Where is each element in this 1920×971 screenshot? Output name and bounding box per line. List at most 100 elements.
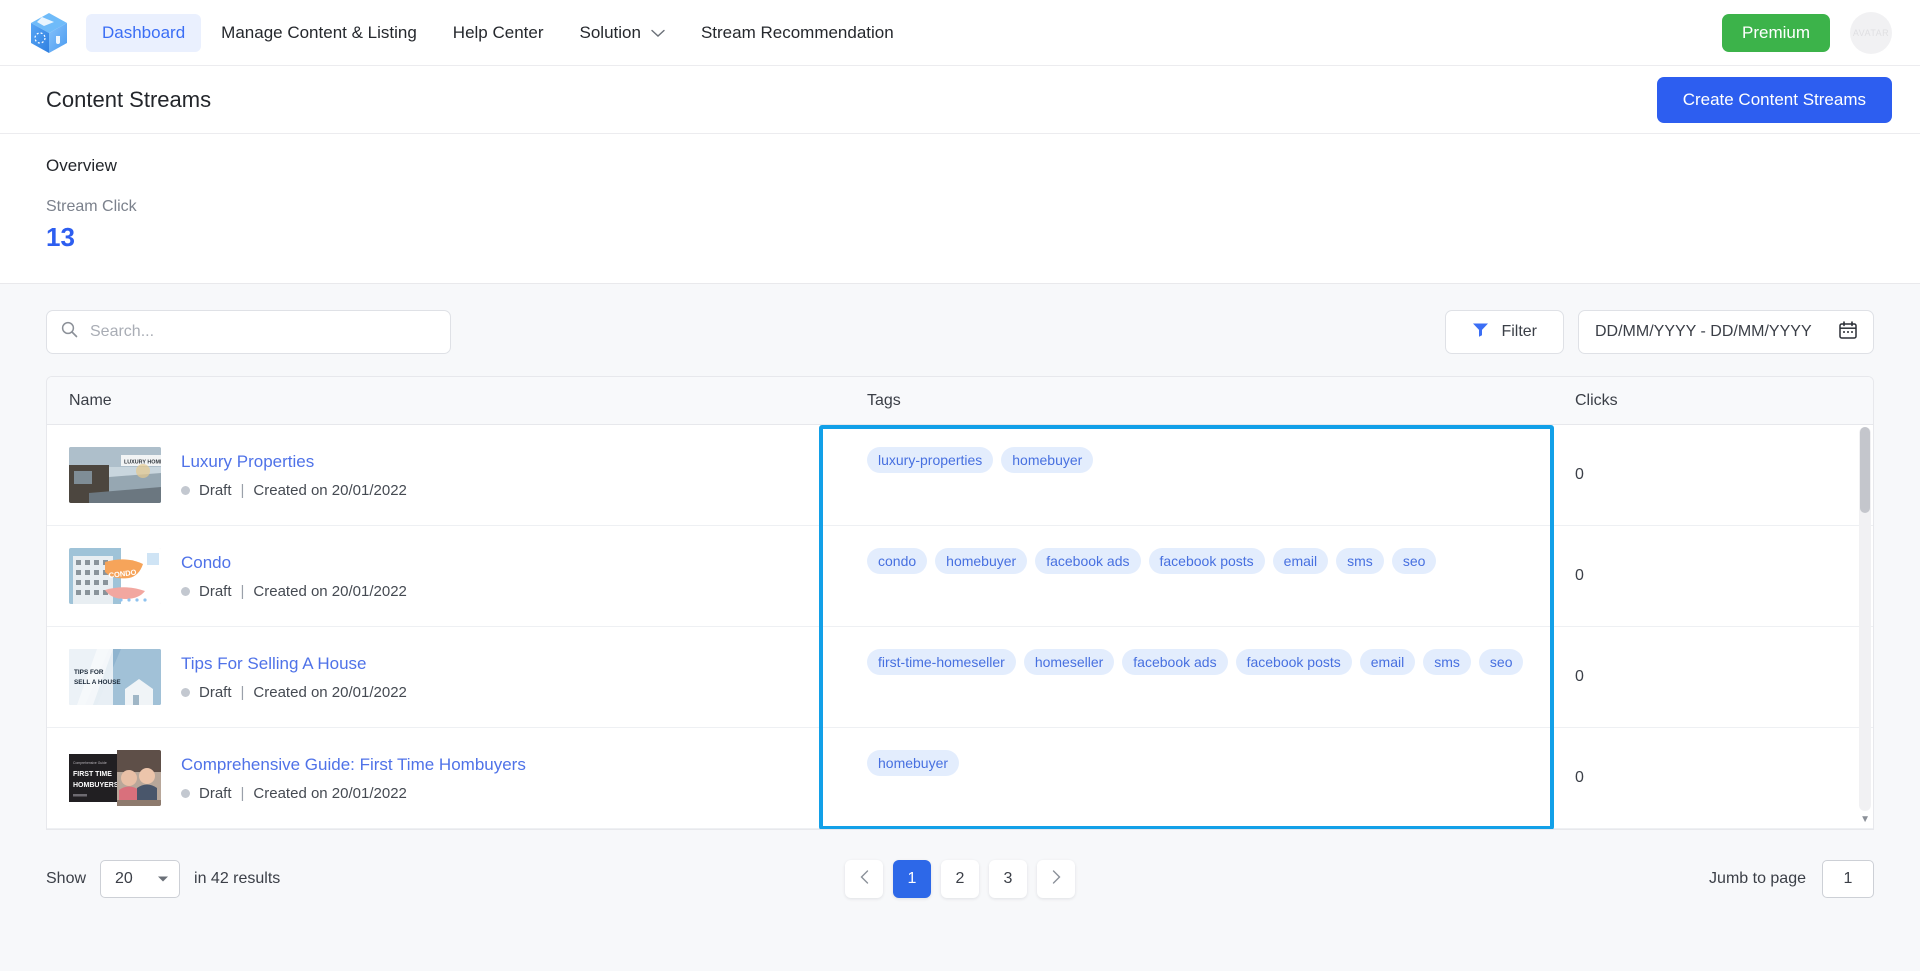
nav-item-label: Help Center [452, 22, 544, 42]
stream-name-link[interactable]: Condo [181, 553, 407, 573]
pagination-next-button[interactable] [1037, 860, 1075, 898]
svg-text:HOMBUYERS: HOMBUYERS [73, 782, 119, 789]
nav-item-label: Dashboard [102, 22, 186, 42]
content-panel: Filter DD/MM/YYYY - DD/MM/YYYY Name Tags… [0, 284, 1920, 830]
content-streams-table: Name Tags Clicks LUXURY HOME Luxury Prop… [46, 376, 1874, 830]
nav-item-label: Solution [579, 22, 641, 42]
meta-separator: | [240, 481, 245, 499]
table-scrollbar-thumb[interactable] [1860, 427, 1870, 513]
tag-chip[interactable]: homebuyer [935, 547, 1028, 574]
page-size-group: Show 20 in 42 results [46, 860, 280, 898]
table-row[interactable]: LUXURY HOME Luxury Properties Draft | Cr… [47, 425, 1873, 526]
status-dot-icon [181, 485, 190, 495]
thumbnail-tips-selling-house: TIPS FOR SELL A HOUSE [69, 649, 161, 705]
pagination-prev-button[interactable] [845, 860, 883, 898]
tag-chip[interactable]: condo [867, 547, 928, 574]
clicks-cell: 0 [1575, 668, 1584, 685]
table-row[interactable]: Comprehensive Guide FIRST TIME HOMBUYERS [47, 728, 1873, 829]
filter-label: Filter [1501, 323, 1537, 340]
nav-item-manage-content-listing[interactable]: Manage Content & Listing [205, 14, 433, 52]
results-count-label: in 42 results [194, 870, 281, 887]
name-cell: TIPS FOR SELL A HOUSE Tips For Selling A… [47, 649, 867, 705]
avatar[interactable]: AVATAR [1850, 11, 1892, 54]
stream-click-metric: Stream Click 13 [46, 198, 1874, 253]
column-header-tags: Tags [867, 391, 901, 409]
jump-to-page-label: Jumb to page [1709, 870, 1806, 887]
jump-to-page-group: Jumb to page [1709, 860, 1874, 898]
column-header-name: Name [69, 391, 112, 409]
tag-chip[interactable]: seo [1478, 648, 1524, 675]
page-size-value: 20 [115, 870, 133, 887]
overview-section: Overview Stream Click 13 [0, 134, 1920, 284]
tag-chip[interactable]: sms [1423, 648, 1471, 675]
page-size-select[interactable]: 20 [100, 860, 181, 898]
show-label: Show [46, 870, 87, 887]
table-row[interactable]: TIPS FOR SELL A HOUSE Tips For Selling A… [47, 627, 1873, 728]
toolbar-right: Filter DD/MM/YYYY - DD/MM/YYYY [1445, 310, 1874, 354]
clicks-cell: 0 [1575, 466, 1584, 483]
svg-text:FIRST TIME: FIRST TIME [73, 771, 112, 778]
table-row[interactable]: CONDO Condo Draft | Created on 20/01/202… [47, 526, 1873, 627]
meta-separator: | [240, 683, 245, 701]
nav-item-solution[interactable]: Solution [564, 14, 681, 52]
scroll-down-arrow-icon[interactable]: ▼ [1860, 815, 1870, 825]
tag-chip[interactable]: seo [1391, 547, 1437, 574]
thumbnail-luxury-properties: LUXURY HOME [69, 447, 161, 503]
tag-chip[interactable]: facebook posts [1148, 547, 1265, 574]
name-cell-text: Tips For Selling A House Draft | Created… [181, 654, 407, 701]
stream-name-link[interactable]: Tips For Selling A House [181, 654, 407, 674]
nav-item-help-center[interactable]: Help Center [437, 14, 560, 52]
tag-chip[interactable]: sms [1336, 547, 1384, 574]
page-header: Content Streams Create Content Streams [0, 66, 1920, 134]
tag-chip[interactable]: facebook posts [1235, 648, 1352, 675]
table-header-row: Name Tags Clicks [47, 377, 1873, 425]
create-content-streams-button[interactable]: Create Content Streams [1656, 76, 1892, 123]
table-footer: Show 20 in 42 results 1 2 3 Jumb to page [0, 830, 1920, 906]
chevron-left-icon [860, 870, 869, 888]
tag-chip[interactable]: homeseller [1023, 648, 1115, 675]
tag-chip[interactable]: email [1359, 648, 1416, 675]
tag-chip[interactable]: luxury-properties [867, 446, 994, 473]
tag-chip[interactable]: first-time-homeseller [867, 648, 1016, 675]
tag-chip[interactable]: homebuyer [1001, 446, 1094, 473]
stream-name-link[interactable]: Comprehensive Guide: First Time Hombuyer… [181, 755, 526, 775]
tag-chip[interactable]: facebook ads [1035, 547, 1141, 574]
table-scrollbar[interactable] [1859, 427, 1871, 811]
stream-meta: Draft | Created on 20/01/2022 [181, 785, 526, 802]
nav-items: Dashboard Manage Content & Listing Help … [86, 13, 910, 52]
search-input[interactable] [90, 323, 436, 341]
chevron-down-icon [157, 870, 169, 888]
nav-item-stream-recommendation[interactable]: Stream Recommendation [685, 14, 910, 52]
table-body: LUXURY HOME Luxury Properties Draft | Cr… [47, 425, 1873, 829]
avatar-label: AVATAR [1852, 27, 1890, 38]
stream-name-link[interactable]: Luxury Properties [181, 452, 407, 472]
pagination-page-3[interactable]: 3 [989, 860, 1027, 898]
status-label: Draft [199, 582, 232, 600]
jump-to-page-input[interactable] [1822, 860, 1874, 898]
name-cell-text: Luxury Properties Draft | Created on 20/… [181, 452, 407, 499]
tag-chip[interactable]: facebook ads [1122, 648, 1228, 675]
created-date: Created on 20/01/2022 [253, 683, 407, 701]
search-icon [61, 321, 78, 343]
metric-value: 13 [46, 222, 75, 252]
pagination-page-2[interactable]: 2 [941, 860, 979, 898]
filter-button[interactable]: Filter [1445, 310, 1564, 354]
nav-item-dashboard[interactable]: Dashboard [86, 13, 202, 52]
created-date: Created on 20/01/2022 [253, 582, 407, 600]
chevron-right-icon [1052, 870, 1061, 888]
tag-chip[interactable]: homebuyer [867, 749, 960, 776]
nav-item-label: Manage Content & Listing [221, 22, 417, 42]
search-box[interactable] [46, 310, 451, 354]
name-cell-text: Condo Draft | Created on 20/01/2022 [181, 553, 407, 600]
svg-text:TIPS FOR: TIPS FOR [74, 669, 104, 676]
premium-button[interactable]: Premium [1721, 13, 1830, 52]
status-label: Draft [199, 481, 232, 499]
tag-chip[interactable]: email [1272, 547, 1329, 574]
created-date: Created on 20/01/2022 [253, 481, 407, 499]
tags-cell: condo homebuyer facebook ads facebook po… [867, 526, 1567, 627]
pagination-page-1[interactable]: 1 [893, 860, 931, 898]
stream-meta: Draft | Created on 20/01/2022 [181, 583, 407, 600]
cube-logo-icon[interactable] [26, 10, 72, 56]
thumbnail-condo: CONDO [69, 548, 161, 604]
date-range-input[interactable]: DD/MM/YYYY - DD/MM/YYYY [1578, 310, 1874, 354]
